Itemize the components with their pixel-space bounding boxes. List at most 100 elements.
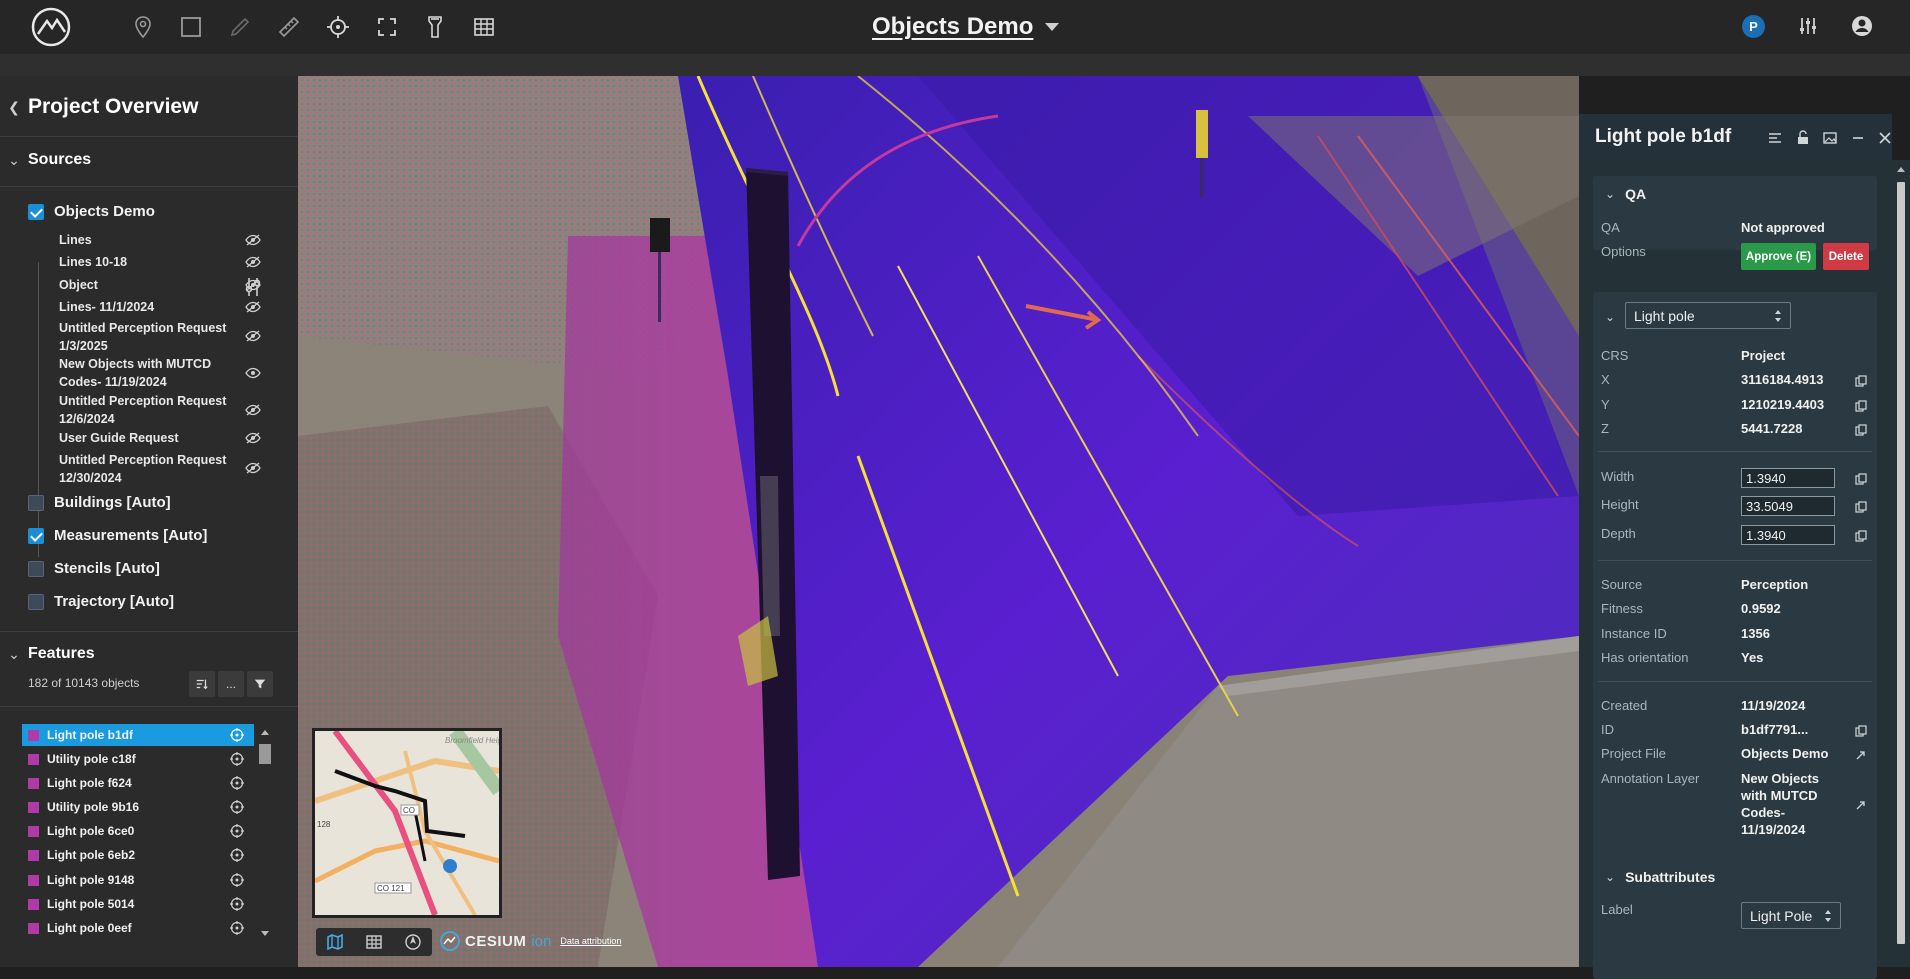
features-scrollbar[interactable]: [256, 724, 274, 942]
features-section-header[interactable]: ⌄ Features: [0, 640, 298, 668]
subattributes-section-header[interactable]: ⌄ Subattributes: [1605, 869, 1715, 885]
data-attribution-link[interactable]: Data attribution: [560, 936, 621, 946]
copy-icon[interactable]: [1855, 501, 1867, 513]
layer-item[interactable]: Lines 10-18: [59, 253, 239, 271]
locate-icon[interactable]: [230, 921, 244, 935]
layer-item[interactable]: New Objects with MUTCD Codes- 11/19/2024: [59, 355, 239, 391]
source-checkbox[interactable]: [28, 560, 44, 577]
list-item[interactable]: Utility pole c18f: [22, 748, 254, 770]
label-select[interactable]: Light Pole: [1741, 902, 1841, 929]
list-item[interactable]: Light pole 9148: [22, 869, 254, 891]
locate-icon[interactable]: [230, 848, 244, 862]
source-buildings[interactable]: Buildings [Auto]: [28, 494, 171, 511]
delete-button[interactable]: Delete: [1823, 243, 1869, 270]
minimap[interactable]: CO 128 CO 121 Broomfield Heights: [312, 728, 502, 918]
back-chevron-icon[interactable]: ❮: [0, 99, 28, 116]
layer-item[interactable]: Untitled Perception Request 12/6/2024: [59, 392, 239, 428]
image-icon[interactable]: [1822, 130, 1838, 146]
location-pin-icon[interactable]: [130, 14, 156, 40]
more-button[interactable]: ...: [218, 671, 244, 697]
list-item[interactable]: Light pole 5014: [22, 893, 254, 915]
layer-item[interactable]: Lines- 11/1/2024: [59, 298, 239, 316]
locate-icon[interactable]: [230, 897, 244, 911]
locate-icon[interactable]: [230, 752, 244, 766]
crosshair-icon[interactable]: [325, 14, 351, 40]
layer-item[interactable]: Untitled Perception Request 1/3/2025: [59, 319, 239, 355]
layer-item[interactable]: Lines: [59, 231, 239, 249]
list-item[interactable]: Light pole 0eef: [22, 917, 254, 939]
grid-icon[interactable]: [471, 14, 497, 40]
layer-item[interactable]: Object: [59, 276, 239, 294]
source-checkbox[interactable]: [28, 494, 44, 511]
copy-icon[interactable]: [1855, 530, 1867, 542]
source-measurements[interactable]: Measurements [Auto]: [28, 527, 207, 544]
copy-icon[interactable]: [1855, 400, 1867, 412]
source-checkbox[interactable]: [28, 527, 44, 544]
sort-button[interactable]: [189, 671, 215, 697]
list-item[interactable]: Light pole f624: [22, 772, 254, 794]
source-checkbox[interactable]: [28, 203, 44, 220]
source-checkbox[interactable]: [28, 593, 44, 610]
approve-button[interactable]: Approve (E): [1741, 243, 1816, 270]
list-item[interactable]: Light pole 6eb2: [22, 844, 254, 866]
eye-off-icon[interactable]: [245, 256, 261, 268]
sources-section-header[interactable]: ⌄ Sources: [0, 146, 298, 174]
class-select[interactable]: Light pole: [1625, 302, 1791, 329]
scroll-up-icon[interactable]: [260, 728, 270, 736]
chevron-down-icon[interactable]: ⌄: [0, 646, 28, 663]
width-field[interactable]: [1741, 468, 1835, 488]
map-icon[interactable]: [326, 933, 344, 951]
layer-item[interactable]: User Guide Request: [59, 429, 239, 447]
list-item[interactable]: Utility pole 9b16: [22, 796, 254, 818]
eye-off-icon[interactable]: [245, 279, 261, 291]
fullscreen-icon[interactable]: [374, 14, 400, 40]
eye-off-icon[interactable]: [245, 404, 261, 416]
scroll-up-icon[interactable]: [1897, 166, 1905, 172]
source-objects-demo[interactable]: Objects Demo: [28, 203, 155, 220]
pen-icon[interactable]: [227, 14, 253, 40]
collapse-panel-icon[interactable]: [1767, 130, 1783, 146]
locate-icon[interactable]: [230, 824, 244, 838]
filter-button[interactable]: [247, 671, 273, 697]
copy-icon[interactable]: [1855, 375, 1867, 387]
depth-field[interactable]: [1741, 525, 1835, 545]
height-field[interactable]: [1741, 496, 1835, 516]
locate-icon[interactable]: [230, 728, 244, 742]
eye-off-icon[interactable]: [245, 462, 261, 474]
compass-icon[interactable]: [404, 933, 422, 951]
locate-icon[interactable]: [230, 800, 244, 814]
app-logo-icon[interactable]: [30, 6, 72, 48]
eye-off-icon[interactable]: [245, 234, 261, 246]
copy-icon[interactable]: [1855, 725, 1867, 737]
grid-map-icon[interactable]: [365, 933, 383, 951]
qa-section-header[interactable]: ⌄ QA: [1605, 186, 1646, 202]
scrollbar-thumb[interactable]: [1897, 182, 1905, 944]
eye-off-icon[interactable]: [245, 432, 261, 444]
copy-icon[interactable]: [1855, 473, 1867, 485]
source-trajectory[interactable]: Trajectory [Auto]: [28, 593, 174, 610]
layer-item[interactable]: Untitled Perception Request 12/30/2024: [59, 451, 239, 487]
flashlight-icon[interactable]: [422, 14, 448, 40]
project-overview-header[interactable]: ❮ Project Overview: [0, 92, 298, 122]
settings-sliders-icon[interactable]: [1796, 14, 1820, 38]
source-stencils[interactable]: Stencils [Auto]: [28, 560, 160, 577]
scrollbar-thumb[interactable]: [259, 744, 271, 764]
details-scrollbar[interactable]: [1892, 160, 1910, 967]
locate-icon[interactable]: [230, 873, 244, 887]
eye-off-icon[interactable]: [245, 330, 261, 342]
rectangle-select-icon[interactable]: [178, 14, 204, 40]
locate-icon[interactable]: [230, 776, 244, 790]
class-section-header[interactable]: ⌄: [1605, 310, 1615, 324]
eye-icon[interactable]: [245, 367, 261, 379]
close-icon[interactable]: [1877, 130, 1893, 146]
unlock-icon[interactable]: [1795, 130, 1811, 146]
minimize-icon[interactable]: [1850, 130, 1866, 146]
open-link-icon[interactable]: [1855, 749, 1867, 761]
project-title-dropdown[interactable]: Objects Demo: [872, 12, 1060, 42]
list-item[interactable]: Light pole b1df: [22, 724, 254, 746]
chevron-down-icon[interactable]: ⌄: [0, 152, 28, 169]
open-link-icon[interactable]: [1855, 799, 1867, 811]
avatar[interactable]: P: [1742, 15, 1765, 38]
ruler-icon[interactable]: [276, 14, 302, 40]
scroll-down-icon[interactable]: [260, 930, 270, 938]
